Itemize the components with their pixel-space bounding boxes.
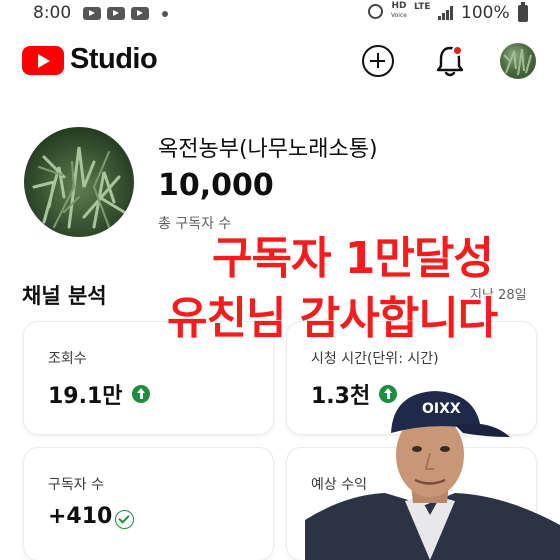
lte-icon: LTE (414, 2, 431, 12)
section-title: 채널 분석 (22, 284, 107, 308)
overlay-caption-line1: 구독자 1만달성 (211, 232, 495, 285)
status-bar: 8:00 HD Voice LTE 100% (0, 0, 560, 28)
overlay-caption-line2: 유친님 감사합니다 (166, 292, 499, 345)
card-value: +410 (48, 504, 113, 529)
card-value: 19.1만 (48, 384, 123, 409)
create-icon[interactable] (362, 45, 394, 77)
signal-icon (438, 6, 454, 20)
hd-voice-icon: HD Voice (391, 1, 407, 20)
youtube-notification-icon (131, 7, 149, 20)
up-arrow-icon (132, 385, 150, 403)
notification-badge (452, 45, 463, 56)
account-avatar[interactable] (500, 43, 536, 79)
cap-text: OIXX (422, 401, 461, 417)
check-circle-icon (115, 510, 134, 529)
status-time: 8:00 (33, 3, 72, 23)
subscribers-card[interactable]: 구독자 수 +410 (24, 448, 273, 560)
more-notifications-icon (162, 11, 168, 17)
youtube-logo-icon[interactable] (22, 46, 64, 75)
battery-icon (518, 2, 528, 22)
channel-avatar[interactable] (24, 127, 134, 237)
subscriber-count: 10,000 (158, 168, 274, 203)
battery-percent: 100% (461, 3, 510, 23)
youtube-notification-icon (107, 7, 125, 20)
card-label: 시청 시간(단위: 시간) (311, 351, 439, 367)
app-title: Studio (70, 43, 158, 75)
youtube-notification-icon (83, 7, 101, 20)
person-photo: OIXX (305, 375, 560, 560)
card-label: 조회수 (48, 351, 87, 367)
card-label: 구독자 수 (48, 477, 104, 493)
channel-name: 옥전농부(나무노래소통) (158, 137, 378, 162)
alarm-icon (368, 4, 383, 19)
